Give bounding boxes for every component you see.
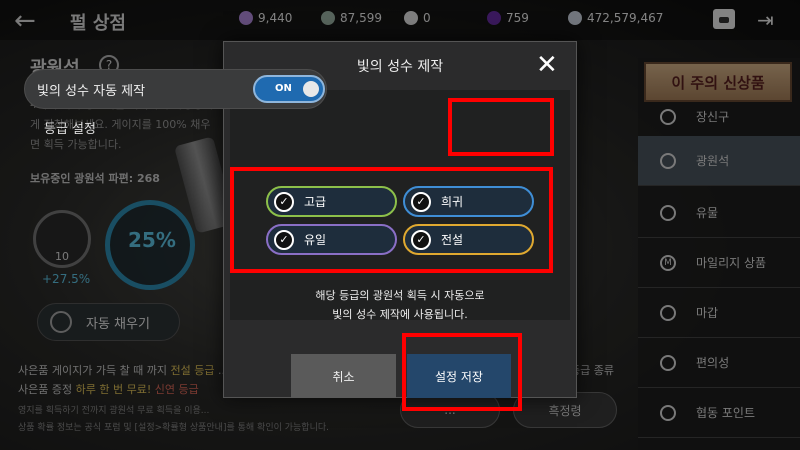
annotation-box-save xyxy=(402,333,522,411)
toggle-knob xyxy=(303,81,319,97)
auto-craft-label: 빛의 성수 자동 제작 xyxy=(37,83,146,99)
cancel-button[interactable]: 취소 xyxy=(291,354,396,398)
grade-settings-title: 등급 설정 xyxy=(44,122,96,137)
info-line: 해당 등급의 광원석 획득 시 자동으로 xyxy=(315,289,485,302)
annotation-box-toggle xyxy=(448,98,554,156)
close-icon[interactable]: ✕ xyxy=(536,52,558,78)
info-line: 빛의 성수 제작에 사용됩니다. xyxy=(332,308,468,321)
auto-craft-toggle[interactable]: ON xyxy=(253,75,325,103)
toggle-state: ON xyxy=(275,83,292,94)
info-text: 해당 등급의 광원석 획득 시 자동으로 빛의 성수 제작에 사용됩니다. xyxy=(224,286,576,324)
annotation-box-grades xyxy=(230,167,553,273)
